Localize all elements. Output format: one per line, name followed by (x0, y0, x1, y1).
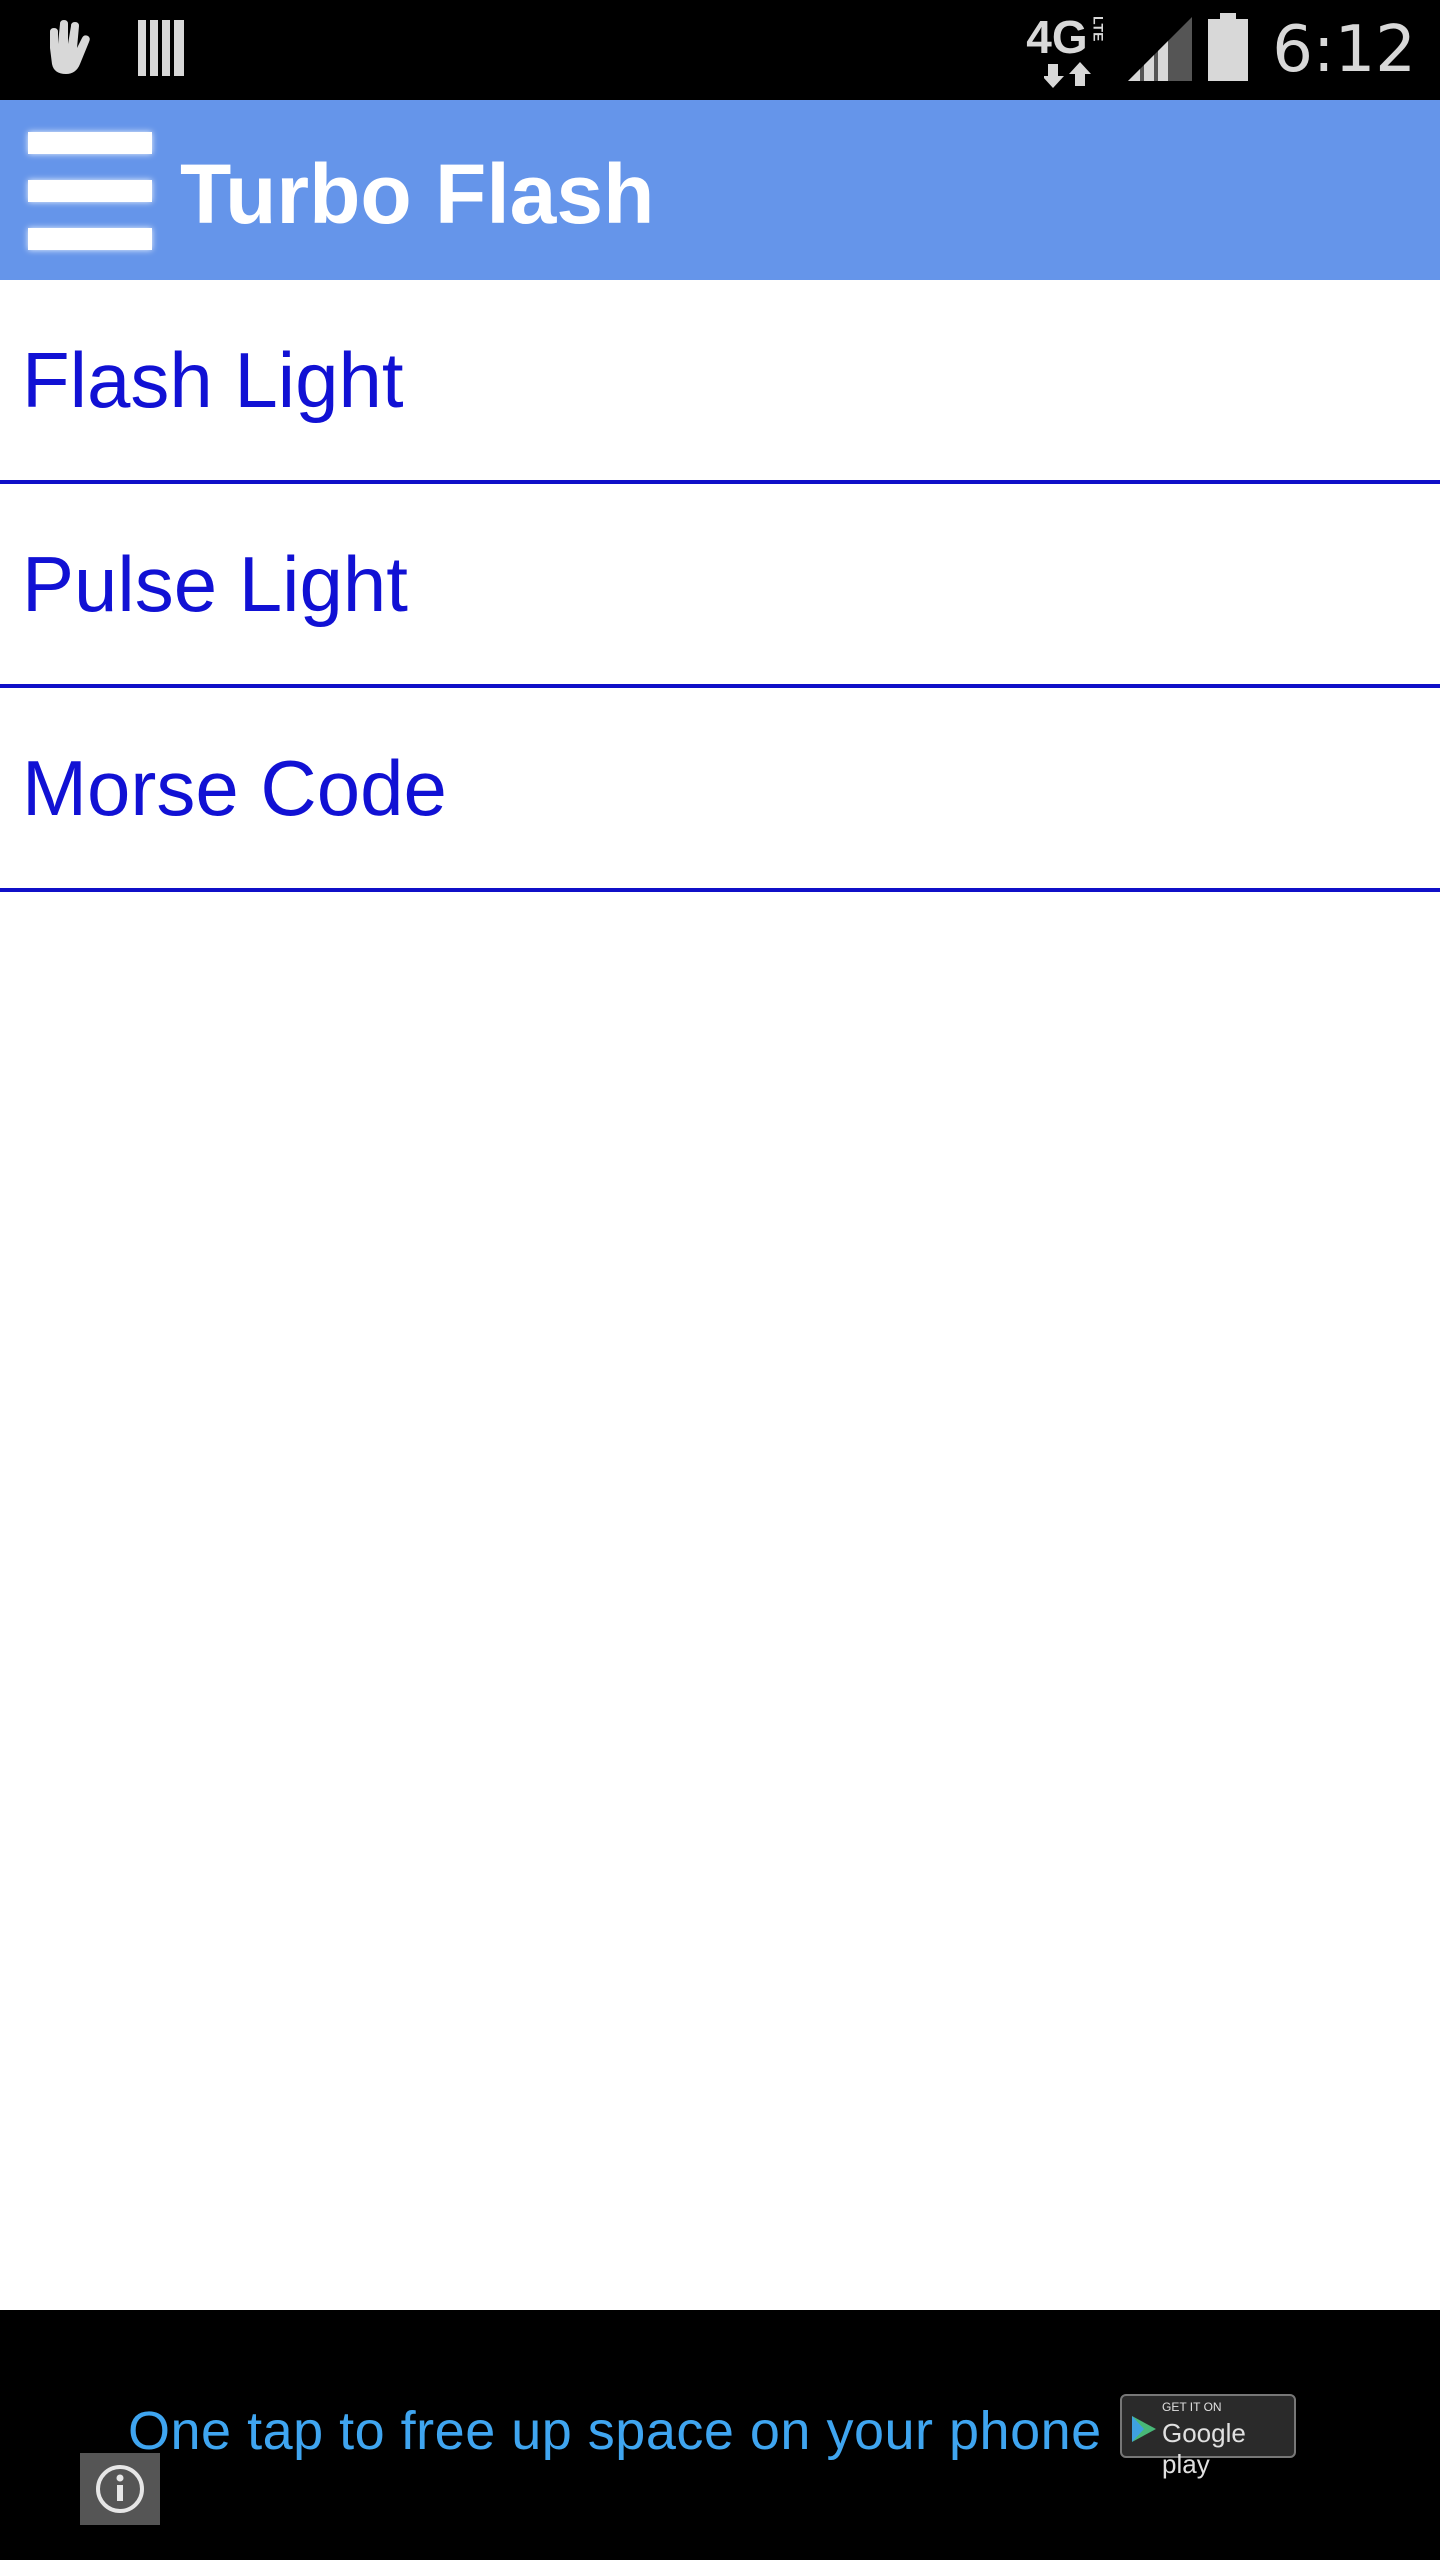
network-subtype-label: LTE (1090, 16, 1107, 42)
battery-icon (1206, 12, 1250, 88)
list-item-pulse-light[interactable]: Pulse Light (0, 484, 1440, 688)
google-play-badge[interactable]: GET IT ON Google play (1120, 2394, 1296, 2479)
network-type-label: 4G (1026, 11, 1088, 63)
app-bar: Turbo Flash (0, 100, 1440, 280)
list-item-label: Pulse Light (22, 540, 408, 628)
ad-banner[interactable]: One tap to free up space on your phone G… (0, 2310, 1440, 2560)
app-title: Turbo Flash (180, 147, 655, 241)
barcode-icon (136, 18, 188, 83)
hamburger-menu-icon[interactable] (24, 128, 156, 254)
signal-icon (1126, 13, 1194, 88)
badge-big-text: Google play (1162, 2418, 1246, 2479)
list-item-flash-light[interactable]: Flash Light (0, 280, 1440, 484)
network-icon: 4G LTE (1026, 10, 1114, 90)
list-item-label: Morse Code (22, 744, 447, 832)
ad-text[interactable]: One tap to free up space on your phone (128, 2396, 1102, 2466)
list-item-label: Flash Light (22, 336, 404, 424)
list-item-morse-code[interactable]: Morse Code (0, 688, 1440, 892)
badge-small-text: GET IT ON (1162, 2400, 1222, 2414)
clock: 6:12 (1272, 13, 1416, 87)
hand-icon (40, 18, 96, 83)
info-icon[interactable] (80, 2453, 160, 2525)
status-bar: 4G LTE 6:12 (0, 0, 1440, 100)
menu-list: Flash Light Pulse Light Morse Code (0, 280, 1440, 892)
